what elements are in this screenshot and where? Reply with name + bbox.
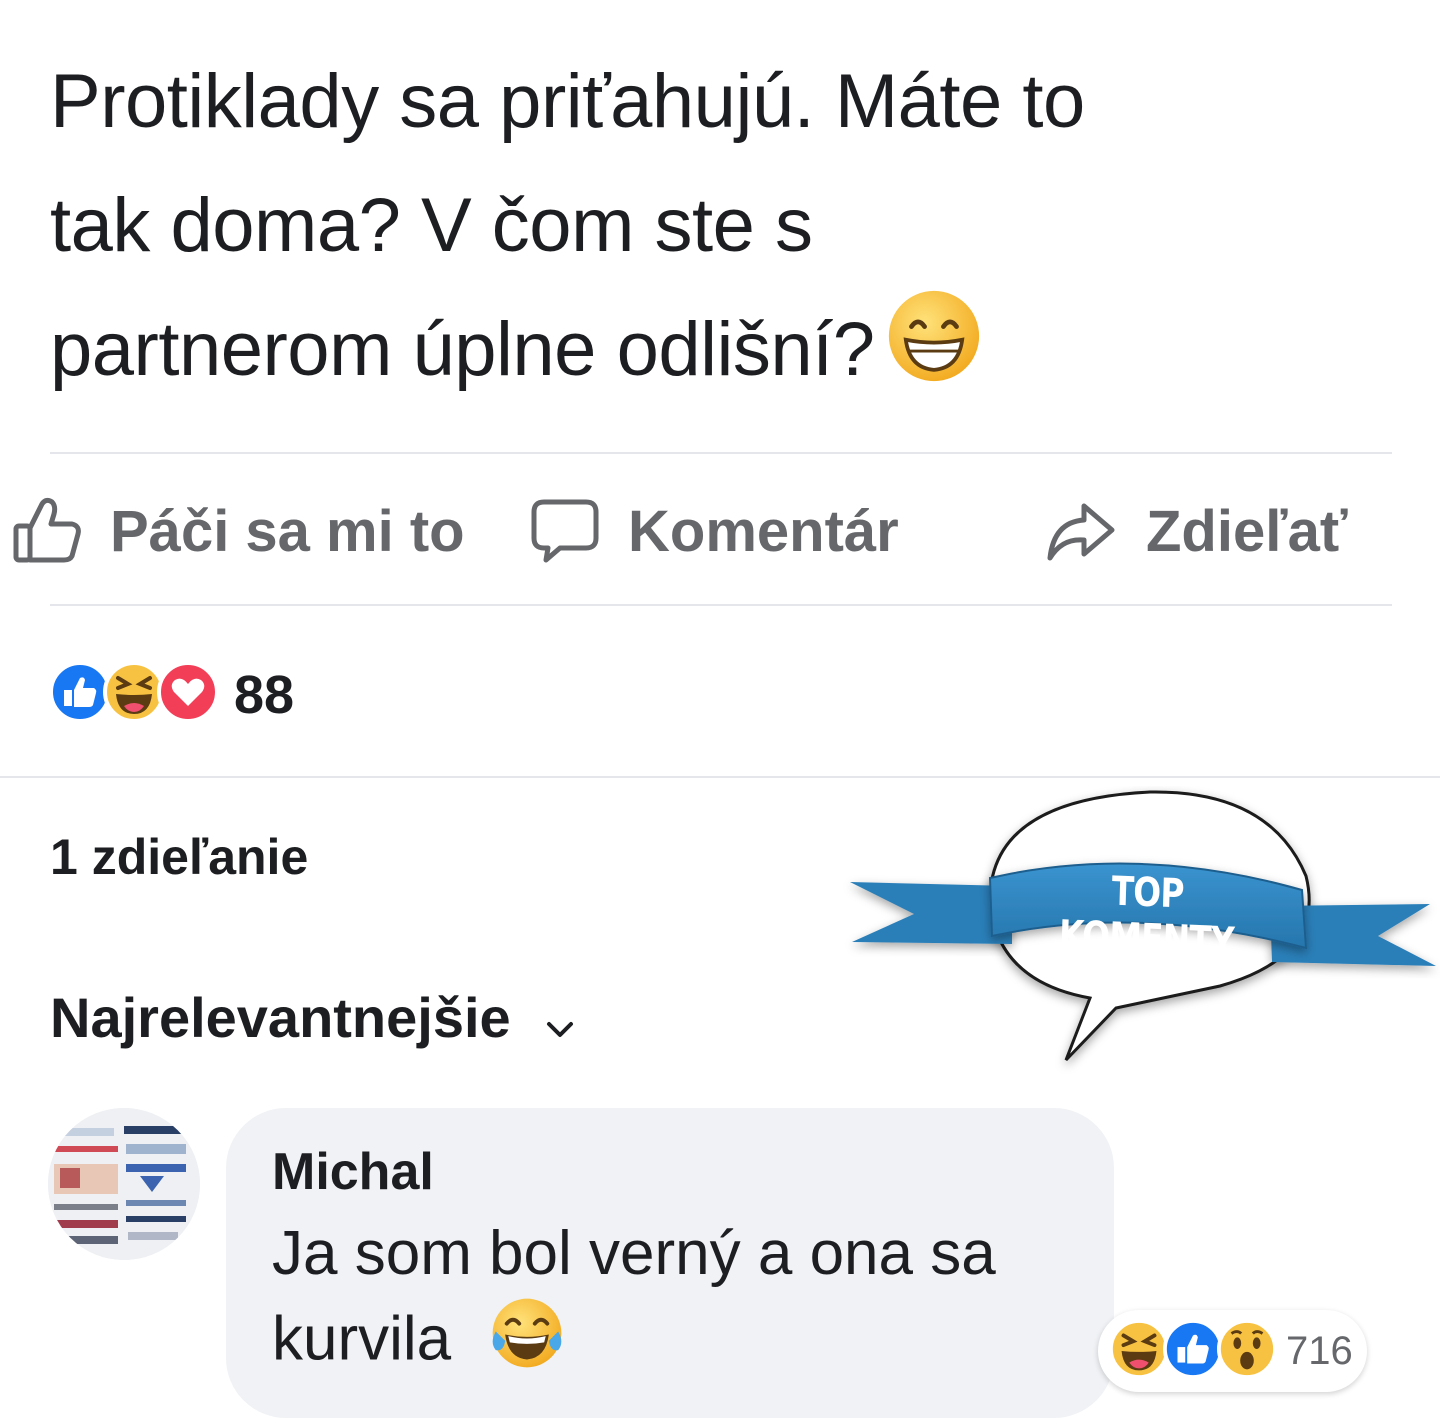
- comment-sort-dropdown[interactable]: Najrelevantnejšie: [50, 982, 575, 1053]
- wow-reaction-icon: [1216, 1318, 1278, 1385]
- reactions-summary[interactable]: 88: [48, 660, 294, 729]
- share-label: Zdieľať: [1146, 498, 1348, 564]
- divider: [50, 452, 1392, 454]
- comment-text: Ja som bol verný a ona sa kurvila: [272, 1214, 1092, 1392]
- comment-label: Komentár: [628, 498, 899, 564]
- comment-text-line: Ja som bol verný a ona sa: [272, 1219, 996, 1288]
- comment-text-line: kurvila: [272, 1294, 1092, 1392]
- like-button[interactable]: Páči sa mi to: [12, 496, 465, 566]
- top-comments-label: TOP KOMENTY: [1058, 868, 1235, 966]
- comment-button[interactable]: Komentár: [530, 496, 899, 566]
- share-button[interactable]: Zdieľať: [1046, 496, 1348, 566]
- sort-label: Najrelevantnejšie: [50, 986, 511, 1049]
- comment-icon: [530, 496, 600, 566]
- post-text-line: Protiklady sa priťahujú. Máte to: [50, 59, 1085, 144]
- comment-reactions-count: 716: [1286, 1328, 1353, 1373]
- share-arrow-icon: [1046, 496, 1116, 566]
- haha-reaction-icon: [1108, 1318, 1170, 1385]
- divider: [50, 604, 1392, 606]
- thumbs-up-icon: [12, 496, 84, 566]
- divider: [0, 776, 1440, 778]
- like-reaction-icon: [1162, 1318, 1224, 1385]
- avatar[interactable]: [48, 1108, 200, 1260]
- post-text: Protiklady sa priťahujú. Máte to tak dom…: [50, 40, 1410, 420]
- chevron-down-icon: [545, 988, 575, 1053]
- shares-count[interactable]: 1 zdieľanie: [50, 828, 308, 886]
- grinning-emoji-icon: [887, 289, 981, 420]
- tears-of-joy-emoji-icon: [488, 1294, 566, 1392]
- comment-reactions[interactable]: 716: [1098, 1310, 1367, 1392]
- love-reaction-icon: [156, 660, 220, 729]
- comment-author[interactable]: Michal: [272, 1142, 434, 1202]
- like-label: Páči sa mi to: [110, 498, 465, 564]
- post-text-line: partnerom úplne odlišní?: [50, 288, 1410, 420]
- post-text-line: tak doma? V čom ste s: [50, 183, 813, 268]
- reactions-count: 88: [234, 664, 295, 725]
